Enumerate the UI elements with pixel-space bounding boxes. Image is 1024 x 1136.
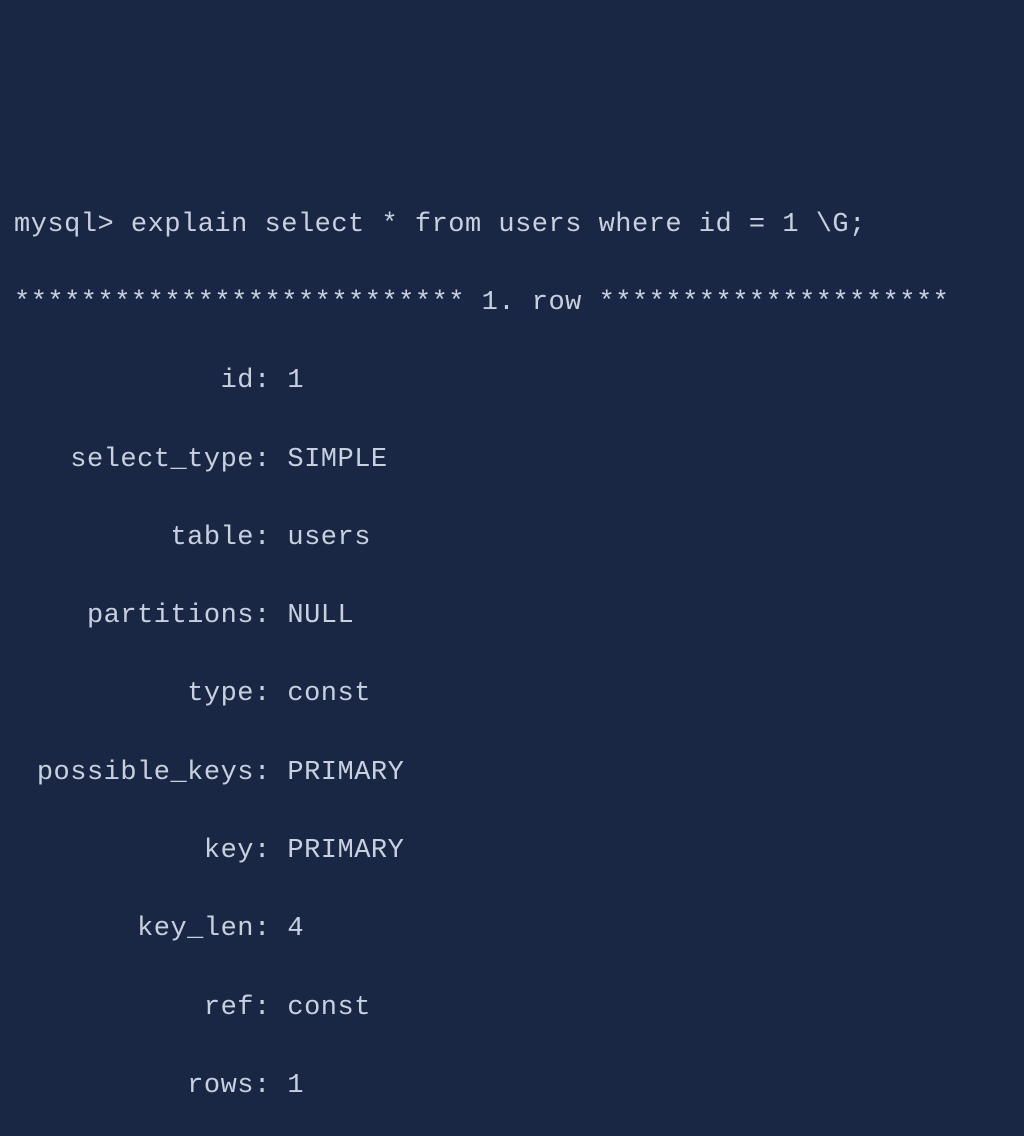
sql-command: explain select * from users where id = 1… bbox=[131, 210, 866, 240]
field-label: key_len bbox=[14, 910, 254, 949]
field-label: select_type bbox=[14, 441, 254, 480]
field-value: PRIMARY bbox=[287, 758, 404, 788]
field-value: 4 bbox=[287, 914, 304, 944]
field-label: table bbox=[14, 519, 254, 558]
field-value: SIMPLE bbox=[287, 445, 387, 475]
field-label: ref bbox=[14, 989, 254, 1028]
field-label: type bbox=[14, 675, 254, 714]
field-label: partitions bbox=[14, 597, 254, 636]
field-label: key bbox=[14, 832, 254, 871]
field-label: id bbox=[14, 362, 254, 401]
result-row-ref: ref: const bbox=[14, 989, 1010, 1028]
field-label: possible_keys bbox=[14, 754, 254, 793]
field-value: 1 bbox=[287, 366, 304, 396]
field-value: PRIMARY bbox=[287, 836, 404, 866]
terminal-output: mysql> explain select * from users where… bbox=[14, 167, 1010, 1136]
result-row-key: key: PRIMARY bbox=[14, 832, 1010, 871]
result-row-table: table: users bbox=[14, 519, 1010, 558]
field-value: 1 bbox=[287, 1071, 304, 1101]
result-row-id: id: 1 bbox=[14, 362, 1010, 401]
field-value: const bbox=[287, 993, 371, 1023]
field-label: rows bbox=[14, 1067, 254, 1106]
result-row-type: type: const bbox=[14, 675, 1010, 714]
result-row-key-len: key_len: 4 bbox=[14, 910, 1010, 949]
result-row-select-type: select_type: SIMPLE bbox=[14, 441, 1010, 480]
field-value: users bbox=[287, 523, 371, 553]
field-value: const bbox=[287, 679, 371, 709]
mysql-prompt: mysql> bbox=[14, 210, 114, 240]
result-row-rows: rows: 1 bbox=[14, 1067, 1010, 1106]
command-line: mysql> explain select * from users where… bbox=[14, 206, 1010, 245]
result-row-possible-keys: possible_keys: PRIMARY bbox=[14, 754, 1010, 793]
result-row-partitions: partitions: NULL bbox=[14, 597, 1010, 636]
row-separator: *************************** 1. row *****… bbox=[14, 284, 1010, 323]
field-value: NULL bbox=[287, 601, 354, 631]
